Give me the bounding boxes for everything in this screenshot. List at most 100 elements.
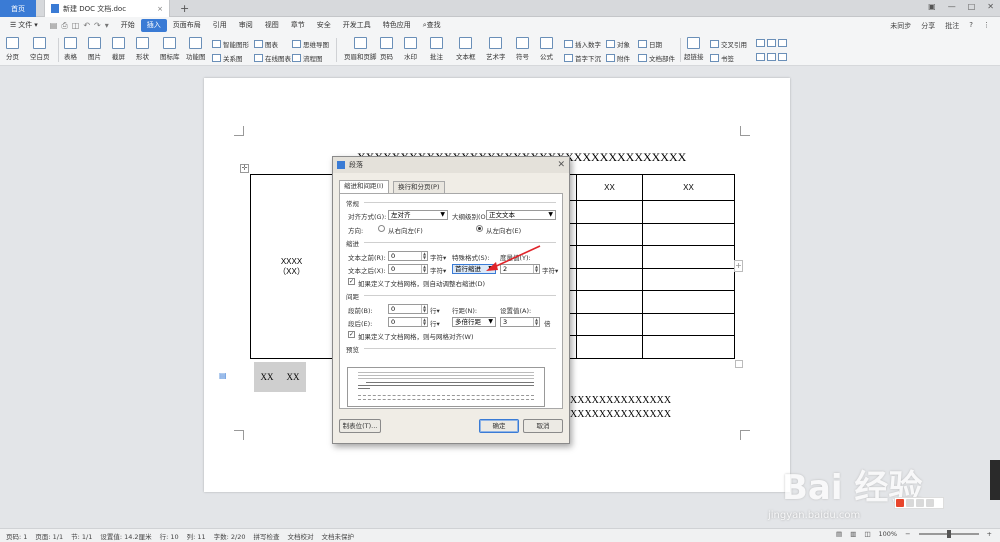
indent-before-unit[interactable]: 字符▾ [430,252,446,262]
header-cell[interactable]: XX [576,174,643,201]
customize-icon[interactable]: ▾ [105,21,109,31]
body-text-line[interactable]: XXXXXXXXXXXXXX [570,395,671,406]
relation-chart-button[interactable]: 关系图 [212,53,243,63]
table-cell[interactable] [576,335,643,359]
spinner-icon[interactable]: ▲ ▼ [533,318,539,326]
doc-protection[interactable]: 文档未保护 [322,531,355,541]
measure-input[interactable]: 2 ▲ ▼ [500,264,540,274]
alignment-select[interactable]: 左对齐 ▼ [388,210,448,220]
picture-button[interactable]: 图片 [88,37,101,61]
ok-button[interactable]: 确定 [479,419,519,433]
function-chart-button[interactable]: 功能图 [186,37,206,61]
home-tab[interactable]: 首页 [0,0,36,17]
selected-text[interactable]: XX XX [254,362,306,392]
snap-grid-checkbox[interactable]: ✓ [348,331,355,338]
tabs-button[interactable]: 制表位(T)... [339,419,381,433]
view-mode-icon[interactable]: ▥ [850,530,856,538]
table-cell[interactable] [576,245,643,269]
zoom-in-icon[interactable]: + [987,530,992,538]
line-spacing-select[interactable]: 多倍行距 ▼ [452,317,496,327]
maximize-icon[interactable]: □ [968,2,976,11]
blank-page-button[interactable]: 空白页 [30,37,50,61]
word-art-button[interactable]: 艺术字 [486,37,506,61]
attachment-button[interactable]: 附件 [606,53,630,63]
tab-line-page-break[interactable]: 换行和分页(P) [393,181,445,193]
object-button[interactable]: 对象 [606,39,630,49]
status-pages[interactable]: 页面: 1/1 [35,531,63,541]
online-chart-button[interactable]: 在线图表 [254,53,291,63]
screenshot-button[interactable]: 截屏 [112,37,125,61]
page-break-button[interactable]: 分页 [6,37,19,61]
mind-map-button[interactable]: 思维导图 [292,39,329,49]
menu-developer[interactable]: 开发工具 [337,19,377,32]
spinner-icon[interactable]: ▲ ▼ [421,318,427,326]
status-column[interactable]: 列: 11 [187,531,206,541]
space-after-unit[interactable]: 行▾ [430,318,440,328]
tool-icon[interactable] [916,499,924,507]
header-footer-button[interactable]: 页眉和页脚 [344,37,377,61]
ltr-radio[interactable] [476,225,483,232]
close-tab-icon[interactable]: × [157,5,163,13]
comment-insert-button[interactable]: 批注 [430,37,443,61]
status-page-number[interactable]: 页码: 1 [6,531,27,541]
new-tab-button[interactable]: + [174,0,189,17]
table-cell[interactable] [642,268,735,291]
status-word-count[interactable]: 字数: 2/20 [214,531,246,541]
watermark-button[interactable]: 水印 [404,37,417,61]
special-format-select[interactable]: 首行缩进 ▼ [452,264,496,274]
symbol-button[interactable]: 符号 [516,37,529,61]
spell-check[interactable]: 拼写检查 [254,531,280,541]
flowchart-button[interactable]: 流程图 [292,53,323,63]
tab-indent-spacing[interactable]: 缩进和间距(I) [339,180,389,193]
table-cell[interactable] [576,223,643,246]
table-cell[interactable] [642,290,735,314]
chart-button[interactable]: 图表 [254,39,278,49]
spinner-icon[interactable]: ▲ ▼ [421,265,427,273]
outline-level-select[interactable]: 正文文本 ▼ [486,210,556,220]
table-cell[interactable] [576,313,643,336]
table-move-handle[interactable]: ✛ [240,164,249,173]
menu-security[interactable]: 安全 [311,19,337,32]
status-row[interactable]: 行: 10 [160,531,179,541]
table-cell[interactable] [642,313,735,336]
comment-button[interactable]: 批注 [945,21,959,31]
status-position[interactable]: 设置值: 14.2厘米 [100,531,151,541]
spinner-icon[interactable]: ▲ ▼ [421,252,427,260]
body-text-line[interactable]: XXXXXXXXXXXXXX [570,409,671,420]
merged-cell[interactable]: XXXX （XX） [250,174,333,359]
set-value-input[interactable]: 3 ▲ ▼ [500,317,540,327]
table-cell[interactable] [576,290,643,314]
preview-icon[interactable]: ◫ [72,21,80,31]
close-icon[interactable]: ✕ [557,160,565,170]
side-panel-strip[interactable] [990,460,1000,500]
header-cell[interactable]: XX [642,174,735,201]
indent-after-input[interactable]: 0 ▲ ▼ [388,264,428,274]
table-cell[interactable] [576,268,643,291]
rtl-radio[interactable] [378,225,385,232]
bookmark-button[interactable]: 书签 [710,53,734,63]
space-after-input[interactable]: 0 ▲ ▼ [388,317,428,327]
more-icon[interactable]: ⋮ [983,21,990,31]
auto-adjust-checkbox[interactable]: ✓ [348,278,355,285]
redo-icon[interactable]: ↷ [94,21,101,31]
table-cell[interactable] [642,200,735,224]
indent-before-input[interactable]: 0 ▲ ▼ [388,251,428,261]
close-icon[interactable]: ✕ [987,2,994,11]
menu-insert[interactable]: 插入 [140,19,167,32]
view-mode-icon[interactable]: ▤ [836,530,842,538]
menu-chapter[interactable]: 章节 [285,19,311,32]
layout-toggle-2[interactable] [756,53,789,61]
cancel-button[interactable]: 取消 [523,419,563,433]
insert-number-button[interactable]: 插入数字 [564,39,601,49]
add-column-handle[interactable]: + [734,260,743,272]
restore-icon[interactable]: ▣ [928,2,936,11]
floating-toolbar[interactable] [894,497,944,509]
dialog-title-bar[interactable]: 段落 ✕ [333,157,569,173]
text-box-button[interactable]: 文本框 [456,37,476,61]
status-section[interactable]: 节: 1/1 [71,531,92,541]
menu-review[interactable]: 审阅 [233,19,259,32]
help-icon[interactable]: ? [969,21,973,31]
search-button[interactable]: ⌕查找 [417,19,447,32]
date-button[interactable]: 日期 [638,39,662,49]
table-cell[interactable] [576,200,643,224]
